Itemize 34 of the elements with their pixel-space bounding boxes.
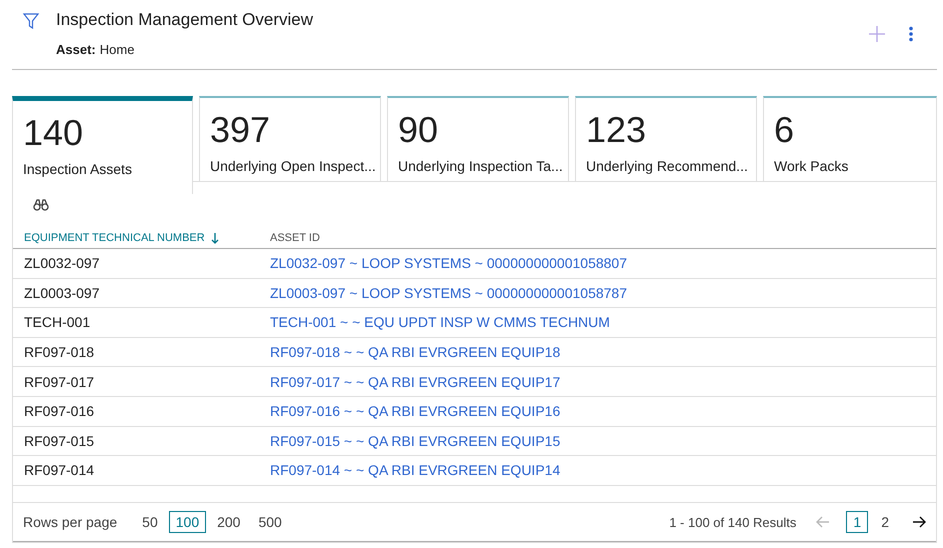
page-button[interactable]: 2 [874,511,896,533]
table-cell-text: RF097-016 [24,403,96,420]
table-cell-text: RF097-015 [24,432,96,449]
more-icon[interactable] [909,26,913,42]
page-title: Inspection Management Overview [56,10,314,30]
table-cell-text: ZL0032-097 [24,255,101,272]
asset-link[interactable]: RF097-014 ~ ~ QA RBI EVRGREEN EQUIP14 [270,462,560,478]
column-header[interactable]: ASSET ID [270,232,320,244]
arrow-right-icon[interactable] [912,516,926,528]
binoculars-icon[interactable] [33,199,49,211]
table-cell-text: TECH-001 [24,314,92,330]
table-cell-text: RF097-014 [24,462,96,478]
table-cell-text: RF097-017 [24,374,96,390]
page-size-option[interactable]: 500 [251,511,289,533]
asset-label: Asset: [56,42,96,57]
asset-link[interactable]: RF097-015 ~ ~ QA RBI EVRGREEN EQUIP15 [270,432,560,449]
page-size-option[interactable]: 100 [168,511,206,533]
asset-link[interactable]: TECH-001 ~ ~ EQU UPDT INSP W CMMS TECHNUM [270,314,610,330]
page-button[interactable]: 1 [846,511,868,533]
table-cell-text: ZL0003-097 [24,284,101,301]
asset-link[interactable]: ZL0032-097 ~ LOOP SYSTEMS ~ 000000000001058807 [270,255,628,272]
asset-link[interactable]: ZL0003-097 ~ LOOP SYSTEMS ~ 000000000001058787 [270,284,628,301]
column-header[interactable]: EQUIPMENT TECHNICAL NUMBER [24,232,219,244]
results-summary: 1 - 100 of 140 Results [669,514,796,530]
asset-link[interactable]: RF097-017 ~ ~ QA RBI EVRGREEN EQUIP17 [270,374,560,390]
asset-value: Home [100,42,134,57]
asset-link[interactable]: RF097-016 ~ ~ QA RBI EVRGREEN EQUIP16 [270,403,560,420]
sort-down-icon [210,232,219,244]
table-cell-text: RF097-018 [24,344,96,360]
page-size-option[interactable]: 200 [210,511,248,533]
rows-per-page-label: Rows per page [23,514,118,530]
page-size-option[interactable]: 50 [135,511,165,533]
filter-icon[interactable] [22,12,40,30]
asset-link[interactable]: RF097-018 ~ ~ QA RBI EVRGREEN EQUIP18 [270,344,560,360]
